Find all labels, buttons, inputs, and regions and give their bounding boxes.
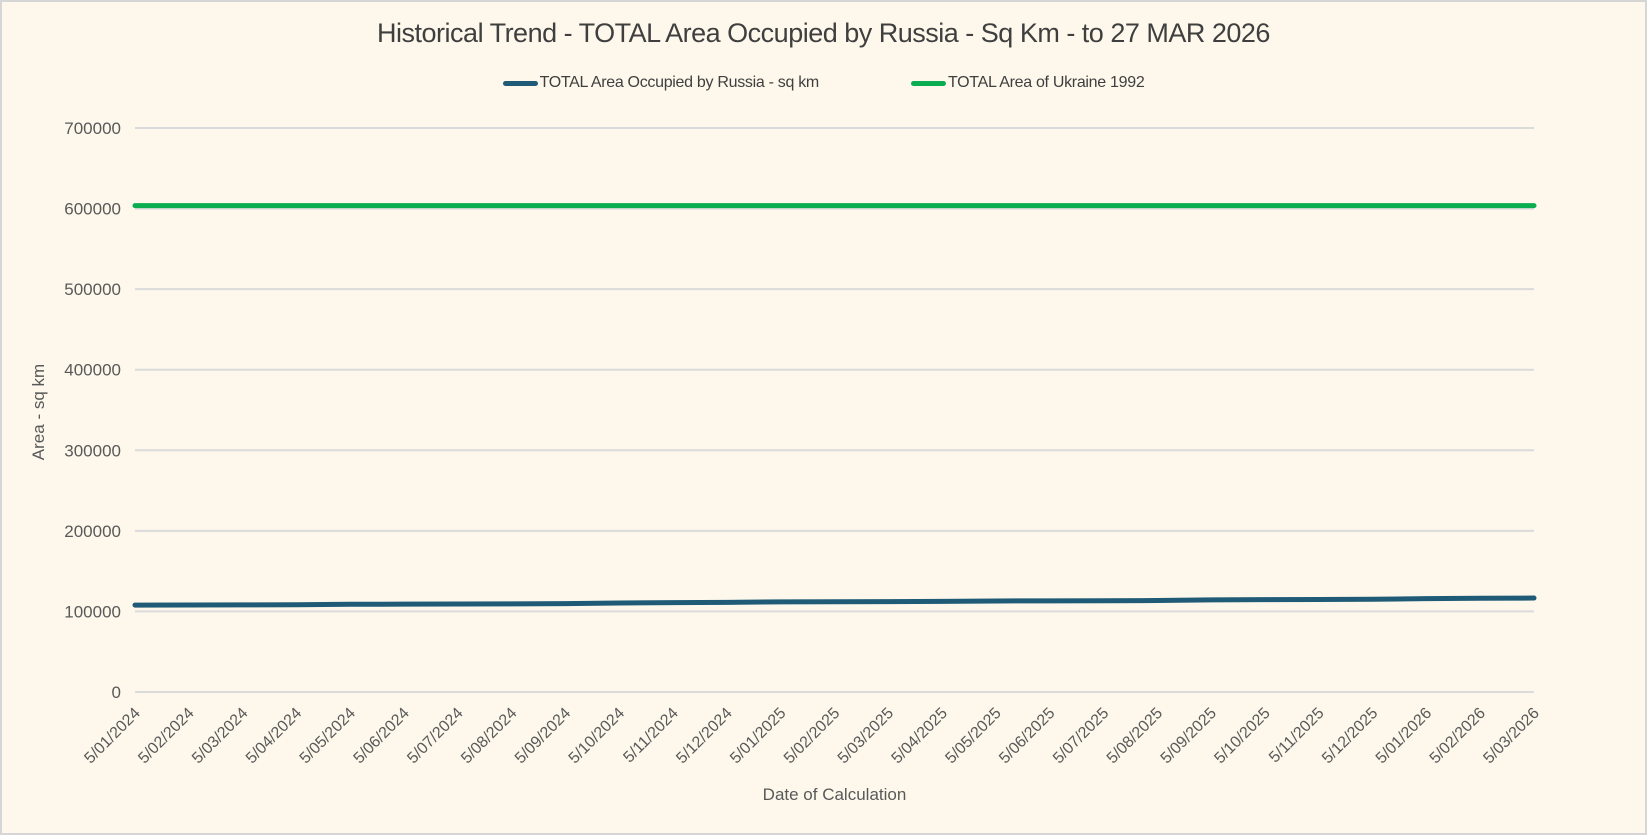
x-tick-label: 5/01/2024 [81, 705, 143, 767]
y-tick-label: 600000 [64, 200, 121, 219]
x-axis-title: Date of Calculation [762, 785, 907, 804]
chart-frame: Historical Trend - TOTAL Area Occupied b… [0, 0, 1647, 835]
x-tick-label: 5/04/2025 [889, 705, 951, 767]
x-tick-label: 5/01/2026 [1373, 705, 1435, 767]
x-tick-label: 5/03/2026 [1480, 705, 1542, 767]
x-tick-label: 5/02/2026 [1427, 705, 1489, 767]
x-tick-label: 5/01/2025 [727, 705, 789, 767]
y-tick-label: 200000 [64, 522, 121, 541]
x-tick-label: 5/06/2024 [351, 705, 413, 767]
x-tick-label: 5/08/2024 [458, 705, 520, 767]
x-tick-label: 5/09/2024 [512, 705, 574, 767]
y-tick-label: 100000 [64, 602, 121, 621]
y-tick-label: 400000 [64, 361, 121, 380]
x-tick-label: 5/03/2025 [835, 705, 897, 767]
x-tick-label: 5/05/2025 [942, 705, 1004, 767]
x-tick-label: 5/07/2024 [404, 705, 466, 767]
x-tick-label: 5/07/2025 [1050, 705, 1112, 767]
x-tick-label: 5/04/2024 [243, 705, 305, 767]
x-tick-label: 5/10/2025 [1211, 705, 1273, 767]
x-tick-label: 5/12/2024 [673, 705, 735, 767]
x-tick-label: 5/06/2025 [996, 705, 1058, 767]
x-tick-label: 5/09/2025 [1158, 705, 1220, 767]
plot-area: 0 100000 200000 300000 400000 500000 600000 700… [64, 119, 1543, 767]
x-tick-label: 5/12/2025 [1319, 705, 1381, 767]
y-tick-label: 700000 [64, 119, 121, 138]
x-tick-label: 5/02/2025 [781, 705, 843, 767]
y-tick-label: 300000 [64, 441, 121, 460]
x-tick-label: 5/11/2025 [1266, 705, 1328, 767]
x-tick-label: 5/08/2025 [1104, 705, 1166, 767]
y-tick-label: 0 [112, 683, 121, 702]
x-tick-label: 5/11/2024 [620, 705, 682, 767]
x-tick-label: 5/05/2024 [297, 705, 359, 767]
x-tick-label: 5/10/2024 [566, 705, 628, 767]
y-tick-label: 500000 [64, 280, 121, 299]
series-line-0 [132, 595, 1537, 608]
x-tick-label: 5/02/2024 [135, 705, 197, 767]
x-tick-label: 5/03/2024 [189, 705, 251, 767]
